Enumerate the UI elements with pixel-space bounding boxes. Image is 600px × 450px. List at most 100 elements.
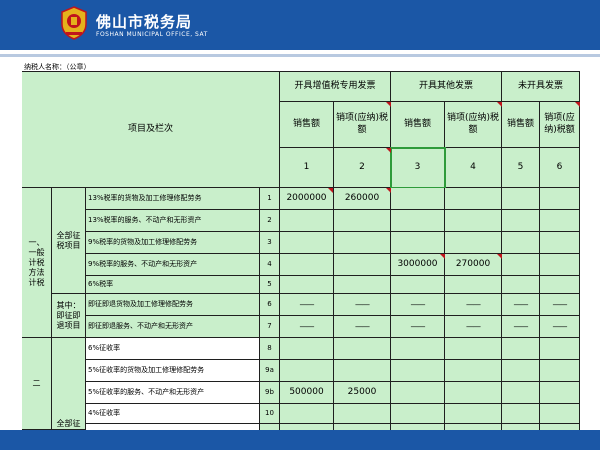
table-cell[interactable] <box>445 404 502 424</box>
col-number-2[interactable]: 2 <box>334 148 391 188</box>
col-number-4[interactable]: 4 <box>445 148 502 188</box>
row-label[interactable]: 6%税率 <box>86 276 260 294</box>
table-cell[interactable] <box>334 254 391 276</box>
table-cell[interactable]: 2000000 <box>280 188 334 210</box>
table-cell[interactable] <box>540 254 580 276</box>
table-cell[interactable] <box>540 210 580 232</box>
table-cell[interactable] <box>502 360 540 382</box>
table-cell[interactable] <box>502 210 540 232</box>
table-cell[interactable] <box>334 232 391 254</box>
table-cell[interactable] <box>540 404 580 424</box>
table-cell[interactable] <box>540 232 580 254</box>
section-immediate-refund[interactable]: 其中：即征即退项目 <box>52 294 86 338</box>
table-cell[interactable]: —— <box>280 316 334 338</box>
table-cell[interactable] <box>391 360 445 382</box>
table-cell[interactable]: —— <box>445 294 502 316</box>
col6-tax-header[interactable]: 销项(应纳)税额 <box>540 102 580 148</box>
row-label[interactable]: 9%税率的服务、不动产和无形资产 <box>86 254 260 276</box>
table-cell[interactable] <box>334 210 391 232</box>
comment-indicator-icon[interactable] <box>386 102 391 107</box>
table-cell[interactable]: —— <box>334 316 391 338</box>
row-number[interactable]: 5 <box>260 276 280 294</box>
table-cell[interactable]: —— <box>445 316 502 338</box>
col2-tax-header[interactable]: 销项(应纳)税额 <box>334 102 391 148</box>
section-general-method[interactable]: 一、一般计税方法计税 <box>22 188 52 338</box>
table-cell[interactable] <box>445 338 502 360</box>
row-number[interactable]: 9a <box>260 360 280 382</box>
row-number[interactable]: 9b <box>260 382 280 404</box>
col-number-1[interactable]: 1 <box>280 148 334 188</box>
table-cell[interactable] <box>280 360 334 382</box>
table-cell[interactable]: 260000 <box>334 188 391 210</box>
row-number[interactable]: 2 <box>260 210 280 232</box>
table-cell[interactable] <box>540 382 580 404</box>
comment-indicator-icon[interactable] <box>497 254 502 259</box>
table-cell[interactable] <box>540 276 580 294</box>
table-cell[interactable] <box>445 188 502 210</box>
row-label[interactable]: 13%税率的货物及加工修理修配劳务 <box>86 188 260 210</box>
col3-sales-header[interactable]: 销售额 <box>391 102 445 148</box>
table-cell[interactable] <box>280 232 334 254</box>
row-number[interactable]: 8 <box>260 338 280 360</box>
table-cell[interactable] <box>445 210 502 232</box>
col5-sales-header[interactable]: 销售额 <box>502 102 540 148</box>
table-cell[interactable] <box>334 338 391 360</box>
table-cell[interactable] <box>334 360 391 382</box>
group-no-invoice[interactable]: 未开具发票 <box>502 72 580 102</box>
row-label[interactable]: 4%征收率 <box>86 404 260 424</box>
table-cell[interactable] <box>280 404 334 424</box>
table-cell[interactable] <box>280 276 334 294</box>
row-number[interactable]: 3 <box>260 232 280 254</box>
table-cell[interactable] <box>391 404 445 424</box>
table-cell[interactable] <box>334 404 391 424</box>
row-number[interactable]: 10 <box>260 404 280 424</box>
row-label[interactable]: 9%税率的货物及加工修理修配劳务 <box>86 232 260 254</box>
table-cell[interactable] <box>391 210 445 232</box>
table-cell[interactable]: —— <box>502 316 540 338</box>
table-cell[interactable] <box>502 382 540 404</box>
row-label[interactable]: 即征即退货物及加工修理修配劳务 <box>86 294 260 316</box>
table-cell[interactable] <box>280 254 334 276</box>
table-cell[interactable] <box>540 188 580 210</box>
table-cell[interactable] <box>445 382 502 404</box>
comment-indicator-icon[interactable] <box>386 148 391 153</box>
comment-indicator-icon[interactable] <box>328 188 333 193</box>
section-all-levy[interactable]: 全部征税项目 <box>52 188 86 294</box>
table-cell[interactable] <box>502 254 540 276</box>
table-cell[interactable] <box>540 338 580 360</box>
table-cell[interactable]: —— <box>540 316 580 338</box>
table-cell[interactable]: —— <box>391 294 445 316</box>
col-number-5[interactable]: 5 <box>502 148 540 188</box>
table-cell[interactable]: 3000000 <box>391 254 445 276</box>
group-special-invoice[interactable]: 开具增值税专用发票 <box>280 72 391 102</box>
comment-indicator-icon[interactable] <box>575 102 580 107</box>
row-number[interactable]: 7 <box>260 316 280 338</box>
section-simple-method[interactable]: 二 <box>22 338 52 430</box>
col-number-6[interactable]: 6 <box>540 148 580 188</box>
table-cell[interactable] <box>391 338 445 360</box>
row-label[interactable]: 5%征收率的服务、不动产和无形资产 <box>86 382 260 404</box>
table-cell[interactable]: 500000 <box>280 382 334 404</box>
table-cell[interactable] <box>391 232 445 254</box>
group-other-invoice[interactable]: 开具其他发票 <box>391 72 502 102</box>
comment-indicator-icon[interactable] <box>386 188 391 193</box>
row-number[interactable]: 6 <box>260 294 280 316</box>
table-cell[interactable] <box>445 232 502 254</box>
table-cell[interactable] <box>540 360 580 382</box>
table-cell[interactable] <box>391 382 445 404</box>
table-cell[interactable]: 270000 <box>445 254 502 276</box>
table-cell[interactable] <box>391 188 445 210</box>
table-cell[interactable] <box>502 338 540 360</box>
table-cell[interactable] <box>280 210 334 232</box>
table-cell[interactable]: —— <box>540 294 580 316</box>
table-cell[interactable]: —— <box>391 316 445 338</box>
table-cell[interactable] <box>280 338 334 360</box>
table-cell[interactable] <box>445 276 502 294</box>
table-cell[interactable]: —— <box>334 294 391 316</box>
table-cell[interactable] <box>445 360 502 382</box>
table-cell[interactable] <box>334 276 391 294</box>
row-number[interactable]: 1 <box>260 188 280 210</box>
comment-indicator-icon[interactable] <box>497 102 502 107</box>
table-cell[interactable]: —— <box>502 294 540 316</box>
col4-tax-header[interactable]: 销项(应纳)税额 <box>445 102 502 148</box>
